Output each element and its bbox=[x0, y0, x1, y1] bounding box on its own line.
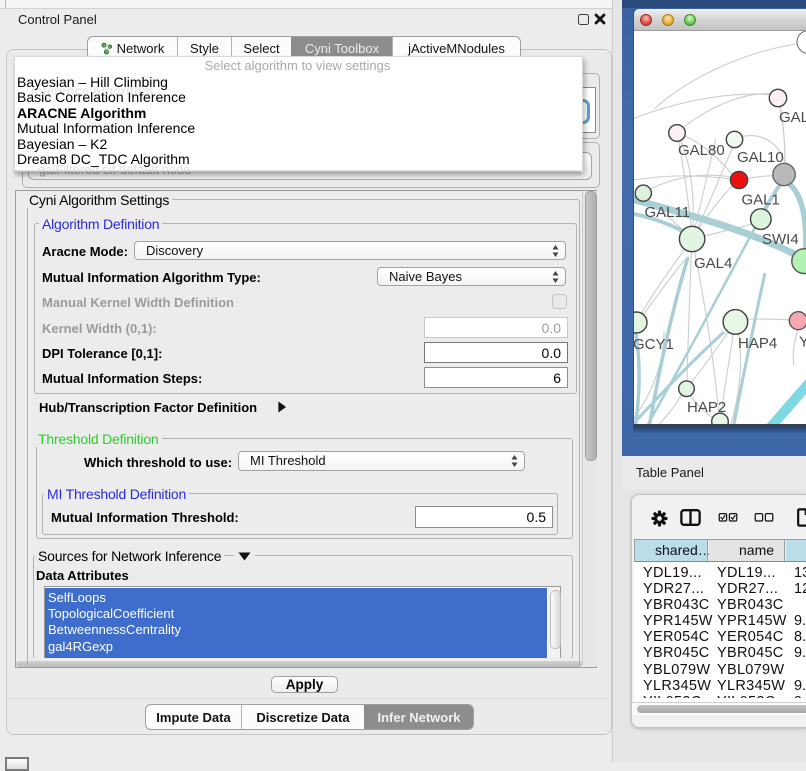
svg-text:SWI4: SWI4 bbox=[762, 231, 799, 248]
svg-text:HAP4: HAP4 bbox=[738, 335, 777, 352]
svg-text:GAL1: GAL1 bbox=[742, 192, 780, 209]
svg-text:GCY1: GCY1 bbox=[634, 336, 674, 353]
svg-text:GAL7: GAL7 bbox=[779, 109, 806, 126]
svg-text:GAL10: GAL10 bbox=[737, 149, 784, 166]
svg-text:GAL4: GAL4 bbox=[694, 255, 732, 272]
svg-text:GAL11: GAL11 bbox=[645, 204, 691, 221]
svg-text:GAL80: GAL80 bbox=[678, 142, 725, 159]
svg-text:Y: Y bbox=[799, 334, 806, 351]
svg-text:HAP2: HAP2 bbox=[687, 399, 726, 416]
